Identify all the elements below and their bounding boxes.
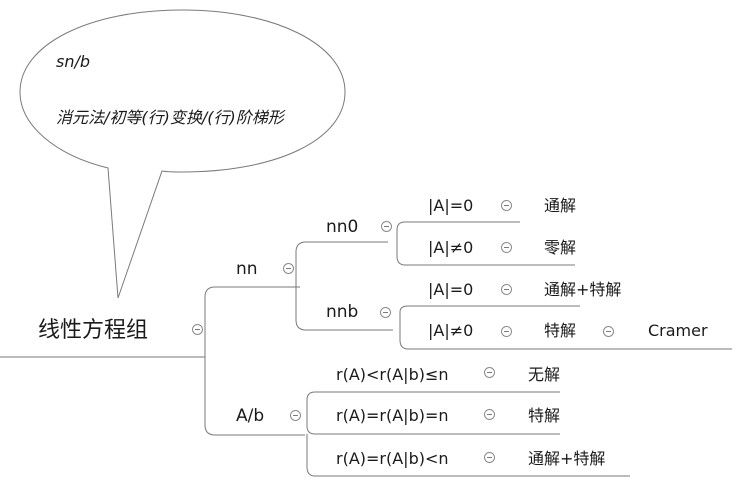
nn0-leaf-2-collapse-icon[interactable] xyxy=(501,242,512,253)
topic-nn0[interactable]: nn0 xyxy=(326,219,358,236)
cramer-label[interactable]: Cramer xyxy=(648,323,708,339)
nnb-leaf-2-collapse-icon[interactable] xyxy=(501,326,512,337)
ab-cond-2[interactable]: r(A)=r(A|b)=n xyxy=(336,408,449,424)
ab-leaf-1-collapse-icon[interactable] xyxy=(484,367,495,378)
topic-ab[interactable]: A/b xyxy=(236,408,264,425)
nnb-result-1[interactable]: 通解+特解 xyxy=(544,282,621,298)
topic-nn[interactable]: nn xyxy=(236,261,258,278)
nnb-result-2[interactable]: 特解 xyxy=(544,323,576,339)
nn0-collapse-icon[interactable] xyxy=(381,221,392,232)
ab-leaf-3-collapse-icon[interactable] xyxy=(484,452,495,463)
nnb-collapse-icon[interactable] xyxy=(380,307,391,318)
ab-collapse-icon[interactable] xyxy=(290,410,301,421)
ab-cond-3[interactable]: r(A)=r(A|b)<n xyxy=(336,451,449,467)
nnb-leaf-1-collapse-icon[interactable] xyxy=(501,284,512,295)
nn0-cond-2[interactable]: |A|≠0 xyxy=(428,240,473,256)
note-line-1: sn/b xyxy=(56,52,91,71)
ab-leaf-2-collapse-icon[interactable] xyxy=(484,409,495,420)
ab-result-1[interactable]: 无解 xyxy=(528,367,560,383)
nn0-cond-1[interactable]: |A|=0 xyxy=(428,198,473,214)
ab-result-2[interactable]: 特解 xyxy=(528,408,560,424)
nnb-cond-1[interactable]: |A|=0 xyxy=(428,282,473,298)
nnb-cond-2[interactable]: |A|≠0 xyxy=(428,323,473,339)
nn-collapse-icon[interactable] xyxy=(283,263,294,274)
nn0-result-1[interactable]: 通解 xyxy=(544,198,576,214)
root-collapse-icon[interactable] xyxy=(192,324,203,335)
ab-cond-1[interactable]: r(A)<r(A|b)≤n xyxy=(336,367,449,383)
root-topic[interactable]: 线性方程组 xyxy=(38,320,148,342)
topic-nnb[interactable]: nnb xyxy=(326,304,358,321)
nn0-result-2[interactable]: 零解 xyxy=(544,240,576,256)
nn0-leaf-1-collapse-icon[interactable] xyxy=(501,200,512,211)
ab-result-3[interactable]: 通解+特解 xyxy=(528,451,605,467)
note-line-2: 消元法/初等(行)变换/(行)阶梯形 xyxy=(56,108,284,127)
nnb-result-2-collapse-icon[interactable] xyxy=(603,326,614,337)
